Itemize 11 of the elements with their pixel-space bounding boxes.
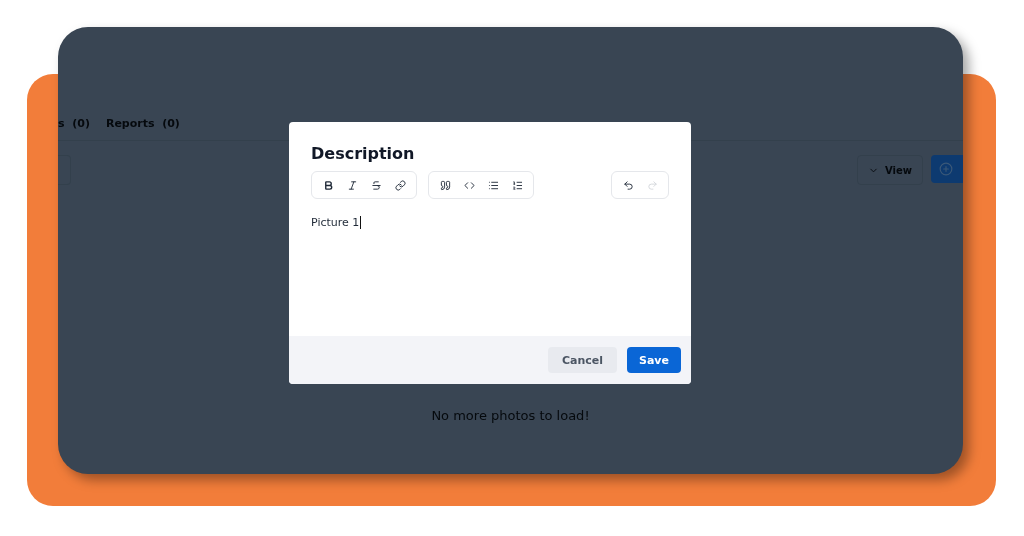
tab[interactable]: Reports (0): [105, 116, 180, 130]
cancel-button[interactable]: Cancel: [547, 347, 617, 373]
view-button[interactable]: View: [857, 155, 923, 185]
tab[interactable]: s (0): [58, 116, 90, 130]
editor-text: Picture 1: [311, 216, 360, 229]
save-button[interactable]: Save: [627, 347, 681, 373]
dialog-title: Description: [311, 144, 416, 163]
text-cursor: [360, 216, 362, 229]
plus-circle-icon: [939, 162, 953, 176]
filter-field[interactable]: [58, 155, 71, 185]
empty-message: No more photos to load!: [430, 408, 591, 423]
